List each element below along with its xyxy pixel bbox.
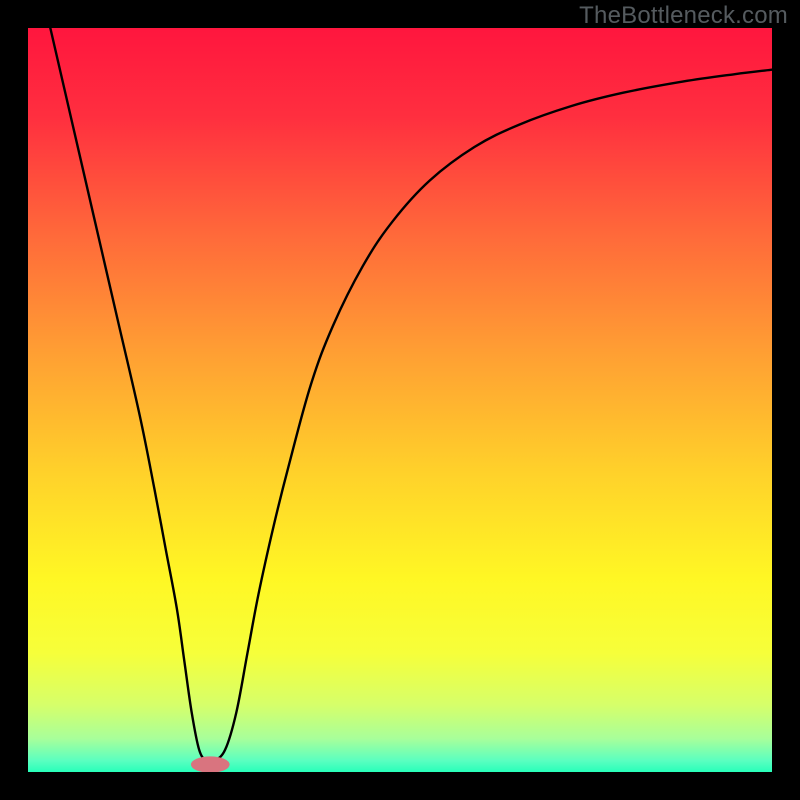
watermark-text: TheBottleneck.com — [579, 2, 788, 30]
optimal-marker — [191, 756, 230, 772]
plot-area — [28, 28, 772, 772]
chart-background — [28, 28, 772, 772]
chart-svg — [28, 28, 772, 772]
chart-container: TheBottleneck.com — [0, 0, 800, 800]
